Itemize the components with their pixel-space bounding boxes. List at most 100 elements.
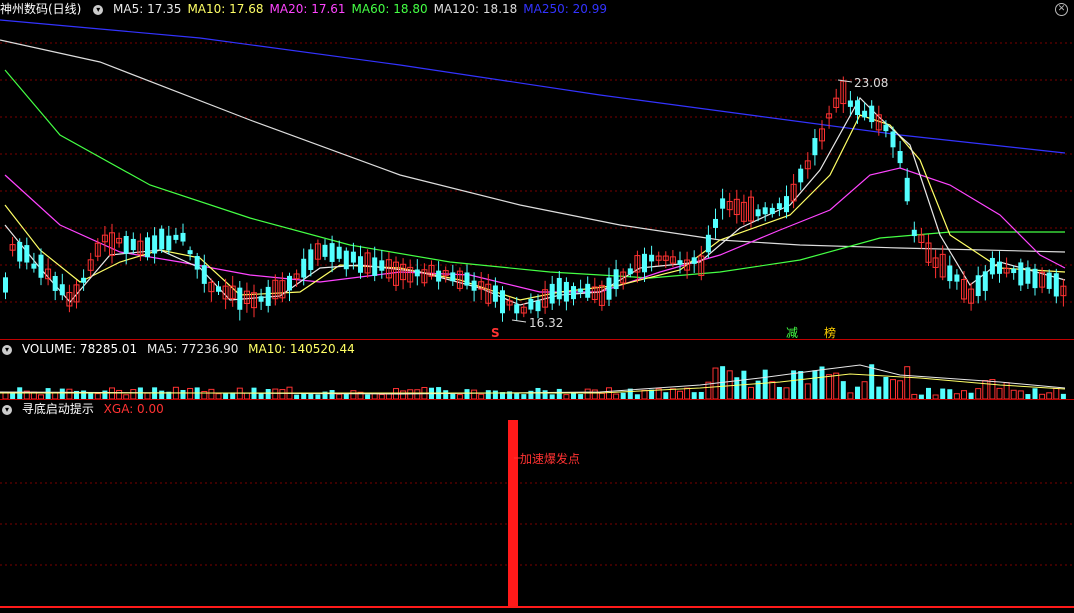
indicator-xga: XGA: 0.00 (103, 402, 164, 416)
volume-ma10-line (0, 373, 1066, 394)
candle-body (975, 275, 981, 297)
volume-ma5-line (0, 364, 1066, 395)
volume-bar (804, 383, 811, 400)
volume-bar (726, 370, 733, 400)
candle-body (947, 265, 953, 282)
volume-pane[interactable]: ▾ VOLUME: 78285.01 MA5: 77236.90 MA10: 1… (0, 340, 1074, 400)
volume-bar (904, 366, 911, 400)
stock-title: 神州数码(日线) (0, 2, 82, 16)
indicator-pane[interactable]: ▾ 寻底启动提示 XGA: 0.00 加速爆发点 (0, 400, 1074, 613)
candle-body (52, 275, 58, 291)
ma-legend-item: MA20: 17.61 (269, 2, 346, 16)
volume-bar (130, 389, 137, 400)
volume-bar (989, 379, 996, 400)
candle-body (3, 277, 8, 293)
volume-bar (414, 389, 421, 400)
indicator-title: 寻底启动提示 (21, 402, 94, 416)
volume-bar (869, 364, 875, 399)
indicator-chart[interactable] (0, 400, 1074, 613)
candle-body (1032, 268, 1038, 289)
volume-bar (1017, 390, 1024, 400)
candle-body (414, 269, 420, 277)
volume-bar (861, 381, 868, 400)
candle-body (627, 268, 633, 275)
candle-body (187, 250, 193, 255)
volume-bar (890, 379, 896, 400)
candle-body (450, 272, 456, 282)
volume-bar (471, 389, 478, 400)
volume-bar (926, 387, 931, 399)
ma-legend-item: MA60: 18.80 (351, 2, 428, 16)
volume-toggle-icon[interactable]: ▾ (2, 344, 12, 355)
collapse-toggle-icon[interactable]: ▾ (93, 4, 104, 15)
candle-body (436, 270, 442, 282)
volume-bar (279, 389, 286, 400)
volume-bar (691, 392, 697, 399)
candle-body (578, 288, 584, 293)
volume-bar (1010, 389, 1017, 400)
candle-body (713, 218, 718, 228)
candle-body (954, 274, 960, 282)
volume-bar (1053, 387, 1060, 400)
volume-bar (485, 390, 491, 399)
candle-body (358, 256, 363, 273)
candle-body (216, 286, 221, 292)
candle-body (705, 234, 711, 253)
volume-bar (798, 371, 804, 399)
volume-bar (791, 370, 797, 399)
candle-body (166, 235, 172, 251)
candle-body (500, 290, 505, 314)
volume-ma5: MA5: 77236.90 (147, 342, 239, 356)
price-header: 神州数码(日线) ▾ MA5: 17.35 MA10: 17.68 MA20: 17… (0, 0, 619, 18)
volume-bar (776, 386, 782, 399)
volume-bar (180, 389, 186, 399)
candle-body (492, 285, 498, 302)
volume-value: VOLUME: 78285.01 (21, 342, 138, 356)
candle-body (563, 281, 569, 302)
volume-bar (748, 386, 754, 400)
candle-body (642, 253, 647, 273)
candle-body (350, 251, 356, 263)
price-pane[interactable]: 神州数码(日线) ▾ MA5: 17.35 MA10: 17.68 MA20: 17… (0, 0, 1074, 340)
volume-bar (684, 387, 691, 400)
candle-body (784, 196, 789, 213)
indicator-toggle-icon[interactable]: ▾ (2, 404, 12, 415)
candle-body (24, 245, 30, 263)
candle-body (59, 284, 65, 296)
candle-body (677, 260, 683, 265)
volume-bar (464, 389, 470, 399)
volume-bar (940, 388, 946, 399)
candle-body (1025, 267, 1031, 284)
volume-bar (677, 390, 683, 400)
candle-body (514, 304, 520, 314)
signal-s-marker: S (491, 326, 500, 340)
candle-body (720, 198, 726, 209)
low-price-label: 16.32 (529, 316, 564, 330)
volume-bar (1032, 388, 1038, 399)
volume-bar (591, 389, 598, 400)
candle-body (180, 232, 186, 242)
candle-body (776, 203, 782, 210)
volume-bar (556, 388, 562, 399)
candle-body (571, 286, 576, 300)
volume-bar (265, 389, 271, 399)
candle-body (173, 234, 179, 240)
volume-bar (329, 390, 335, 399)
candle-body (862, 110, 868, 118)
ma-legend-item: MA5: 17.35 (113, 2, 182, 16)
moving-average-line (0, 39, 1066, 253)
candle-body (556, 277, 562, 300)
candle-body (855, 100, 860, 116)
candle-body (464, 272, 470, 286)
candle-body (1053, 273, 1059, 297)
candle-body (258, 296, 264, 302)
volume-bar (528, 390, 534, 399)
close-icon[interactable]: ✕ (1055, 3, 1068, 16)
candle-body (379, 260, 385, 271)
ma-legend: MA5: 17.35 MA10: 17.68 MA20: 17.61 MA60: 18… (113, 2, 613, 16)
volume-bar (66, 388, 73, 400)
price-chart[interactable] (0, 0, 1074, 340)
volume-bar (81, 390, 87, 399)
volume-bar (649, 389, 655, 399)
candle-body (1011, 268, 1017, 274)
